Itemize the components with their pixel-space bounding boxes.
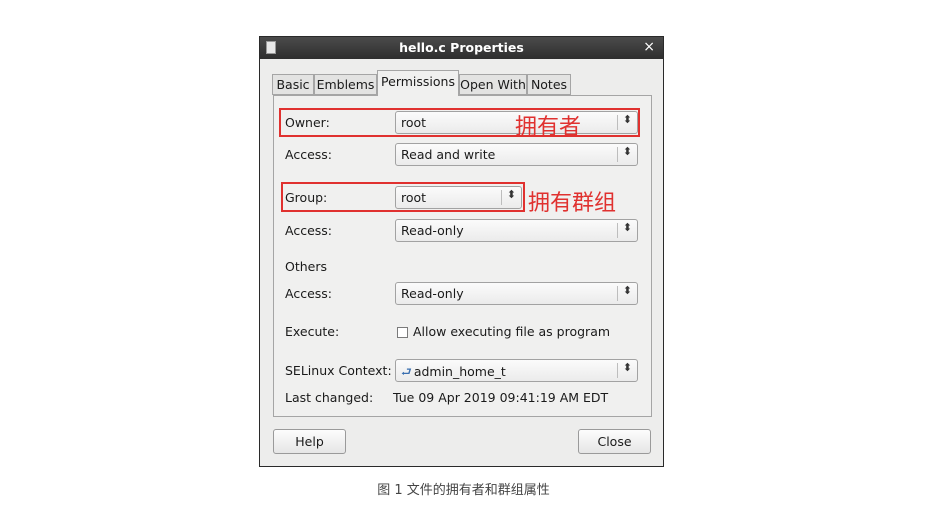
updown-arrow-icon: ⬍ — [622, 145, 632, 158]
properties-dialog: hello.c Properties × Basic Emblems Permi… — [259, 36, 664, 467]
figure-caption: 图 1 文件的拥有者和群组属性 — [377, 483, 550, 498]
tab-emblems[interactable]: Emblems — [314, 74, 377, 95]
updown-arrow-icon: ⬍ — [622, 361, 632, 374]
group-access-value: Read-only — [401, 223, 464, 238]
others-access-label: Access: — [285, 286, 333, 301]
others-heading: Others — [285, 259, 328, 274]
tab-basic[interactable]: Basic — [272, 74, 314, 95]
execute-checkbox[interactable] — [397, 327, 408, 338]
close-button[interactable]: Close — [578, 429, 651, 454]
tab-notes[interactable]: Notes — [527, 74, 571, 95]
last-changed-value: Tue 09 Apr 2019 09:41:19 AM EDT — [393, 390, 609, 405]
help-button[interactable]: Help — [273, 429, 346, 454]
edit-undo-icon: ⮐ — [401, 365, 412, 379]
execute-label: Execute: — [285, 324, 340, 339]
updown-arrow-icon: ⬍ — [622, 221, 632, 234]
tab-open-with[interactable]: Open With — [459, 74, 527, 95]
selinux-combo[interactable]: ⮐ admin_home_t ⬍ — [395, 359, 638, 382]
owner-annotation: 拥有者 — [515, 115, 582, 140]
others-access-value: Read-only — [401, 286, 464, 301]
window-title: hello.c Properties — [399, 40, 524, 55]
title-bar[interactable]: hello.c Properties × — [260, 37, 663, 59]
selinux-label: SELinux Context: — [285, 363, 392, 378]
tab-permissions[interactable]: Permissions — [377, 70, 459, 96]
group-highlight-box — [281, 182, 525, 212]
last-changed-label: Last changed: — [285, 390, 374, 405]
group-access-combo[interactable]: Read-only ⬍ — [395, 219, 638, 242]
close-icon[interactable]: × — [643, 39, 655, 55]
others-access-combo[interactable]: Read-only ⬍ — [395, 282, 638, 305]
group-annotation: 拥有群组 — [528, 191, 617, 216]
owner-access-combo[interactable]: Read and write ⬍ — [395, 143, 638, 166]
execute-checkbox-label[interactable]: Allow executing file as program — [413, 324, 610, 339]
owner-access-value: Read and write — [401, 147, 496, 162]
owner-highlight-box — [279, 108, 640, 137]
selinux-value: admin_home_t — [413, 364, 506, 379]
owner-access-label: Access: — [285, 147, 333, 162]
updown-arrow-icon: ⬍ — [622, 284, 632, 297]
group-access-label: Access: — [285, 223, 333, 238]
